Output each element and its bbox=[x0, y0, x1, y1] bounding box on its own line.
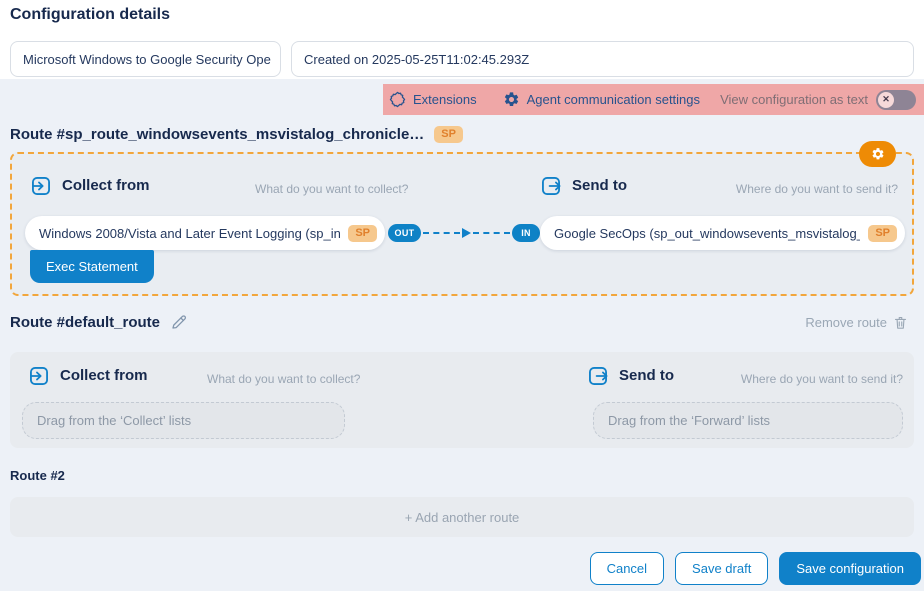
route-default-title: Route #default_route bbox=[10, 314, 160, 331]
forward-drop-placeholder: Drag from the ‘Forward’ lists bbox=[608, 413, 770, 428]
collect-drop-zone[interactable]: Drag from the ‘Collect’ lists bbox=[22, 402, 345, 439]
toggle-off-knob-icon: ✕ bbox=[878, 92, 894, 108]
save-draft-button[interactable]: Save draft bbox=[675, 552, 768, 585]
collect-from-hint: What do you want to collect? bbox=[207, 372, 360, 386]
route-default-box: Collect from What do you want to collect… bbox=[10, 352, 914, 448]
config-created-input[interactable]: Created on 2025-05-25T11:02:45.293Z bbox=[291, 41, 914, 77]
view-config-as-text-label: View configuration as text bbox=[720, 92, 868, 107]
collect-from-heading: Collect from bbox=[60, 367, 148, 384]
agent-settings-button[interactable]: Agent communication settings bbox=[503, 91, 700, 108]
send-to-icon bbox=[540, 175, 562, 197]
configuration-page: Configuration details Microsoft Windows … bbox=[0, 0, 924, 591]
forward-drop-zone[interactable]: Drag from the ‘Forward’ lists bbox=[593, 402, 903, 439]
view-config-toggle[interactable]: ✕ bbox=[876, 90, 916, 110]
exec-statement-button[interactable]: Exec Statement bbox=[30, 250, 154, 283]
route-sp-badge: SP bbox=[434, 126, 463, 143]
send-to-heading: Send to bbox=[619, 367, 674, 384]
send-to-heading: Send to bbox=[572, 177, 627, 194]
collect-from-hint: What do you want to collect? bbox=[255, 182, 408, 196]
send-destination-value: Google SecOps (sp_out_windowsevents_msvi… bbox=[554, 226, 860, 241]
add-another-route-label: + Add another route bbox=[405, 510, 520, 525]
collect-source-sp-badge: SP bbox=[348, 225, 377, 242]
page-title: Configuration details bbox=[10, 6, 170, 24]
route-sp-box: Collect from What do you want to collect… bbox=[10, 152, 914, 296]
config-name-value: Microsoft Windows to Google Security Ope bbox=[23, 52, 271, 67]
collect-from-heading: Collect from bbox=[62, 177, 150, 194]
send-destination-input[interactable]: Google SecOps (sp_out_windowsevents_msvi… bbox=[540, 216, 905, 250]
footer-actions: Cancel Save draft Save configuration bbox=[590, 552, 921, 585]
config-created-value: Created on 2025-05-25T11:02:45.293Z bbox=[304, 52, 529, 67]
extensions-button[interactable]: Extensions bbox=[389, 91, 477, 108]
route-connector: OUT IN bbox=[388, 216, 540, 250]
extensions-label: Extensions bbox=[413, 92, 477, 107]
trash-icon bbox=[893, 315, 908, 330]
remove-route-button[interactable]: Remove route bbox=[799, 314, 914, 331]
settings-banner: Extensions Agent communication settings … bbox=[383, 84, 924, 115]
collect-drop-placeholder: Drag from the ‘Collect’ lists bbox=[37, 413, 191, 428]
send-destination-sp-badge: SP bbox=[868, 225, 897, 242]
route-2-title: Route #2 bbox=[10, 468, 65, 483]
route-settings-button[interactable] bbox=[859, 141, 896, 167]
collect-from-icon bbox=[30, 175, 52, 197]
cancel-button[interactable]: Cancel bbox=[590, 552, 664, 585]
config-name-input[interactable]: Microsoft Windows to Google Security Ope bbox=[10, 41, 281, 77]
route-sp-header: Route #sp_route_windowsevents_msvistalog… bbox=[10, 126, 463, 143]
in-badge: IN bbox=[512, 224, 540, 242]
connector-dash-right bbox=[473, 232, 510, 234]
agent-settings-label: Agent communication settings bbox=[527, 92, 700, 107]
out-badge: OUT bbox=[388, 224, 421, 242]
collect-from-icon bbox=[28, 365, 50, 387]
pencil-icon bbox=[170, 314, 187, 331]
gear-icon bbox=[503, 91, 520, 108]
remove-route-label: Remove route bbox=[805, 315, 887, 330]
add-another-route-button[interactable]: + Add another route bbox=[10, 497, 914, 537]
route-sp-title: Route #sp_route_windowsevents_msvistalog… bbox=[10, 126, 424, 143]
gear-icon bbox=[871, 147, 885, 161]
collect-source-input[interactable]: Windows 2008/Vista and Later Event Loggi… bbox=[25, 216, 385, 250]
save-configuration-button[interactable]: Save configuration bbox=[779, 552, 921, 585]
send-to-icon bbox=[587, 365, 609, 387]
edit-route-button[interactable] bbox=[170, 314, 187, 331]
collect-source-value: Windows 2008/Vista and Later Event Loggi… bbox=[39, 226, 340, 241]
send-to-hint: Where do you want to send it? bbox=[736, 182, 898, 196]
send-to-hint: Where do you want to send it? bbox=[741, 372, 903, 386]
connector-dash-left bbox=[423, 232, 460, 234]
route-default-header: Route #default_route Remove route bbox=[10, 314, 914, 331]
connector-arrow-icon bbox=[462, 228, 471, 238]
extensions-seal-icon bbox=[389, 91, 406, 108]
